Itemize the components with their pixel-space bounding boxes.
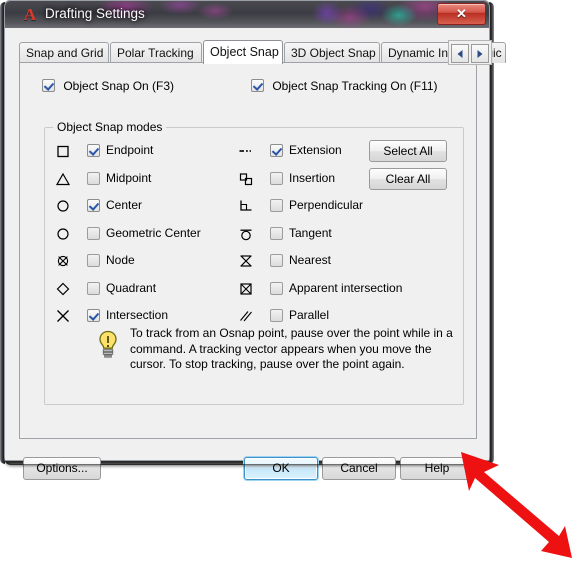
- select-all-button[interactable]: Select All: [369, 140, 447, 162]
- tip-text: To track from an Osnap point, pause over…: [130, 326, 453, 371]
- nearest-label: Nearest: [289, 253, 332, 267]
- perpendicular-label: Perpendicular: [289, 198, 364, 212]
- endpoint-label: Endpoint: [106, 143, 154, 157]
- boxed-x-icon: [238, 281, 254, 297]
- mode-quadrant[interactable]: Quadrant: [55, 280, 255, 308]
- perpendicular-checkbox[interactable]: [270, 199, 283, 212]
- midpoint-label: Midpoint: [106, 170, 152, 185]
- node-checkbox[interactable]: [87, 254, 100, 267]
- parallel-checkbox[interactable]: [270, 309, 283, 322]
- perpendicular-icon: [238, 198, 254, 214]
- tab-object-snap[interactable]: Object Snap: [203, 40, 283, 64]
- drafting-settings-dialog: A Drafting Settings ✕ Snap and Grid Pola…: [4, 0, 506, 480]
- dialog-client-area: Snap and Grid Polar Tracking Object Snap…: [4, 28, 506, 480]
- mode-perpendicular[interactable]: Perpendicular: [238, 197, 448, 225]
- tab-snap-and-grid[interactable]: Snap and Grid: [19, 42, 109, 63]
- close-icon: ✕: [456, 6, 467, 21]
- object-snap-tracking-on-row[interactable]: Object Snap Tracking On (F11): [251, 79, 438, 93]
- circle-icon: [55, 226, 71, 242]
- window-title: Drafting Settings: [45, 6, 145, 21]
- mode-endpoint[interactable]: Endpoint: [55, 142, 255, 170]
- quadrant-checkbox[interactable]: [87, 281, 100, 295]
- midpoint-checkbox[interactable]: [87, 171, 100, 185]
- x-cross-icon: [55, 308, 71, 324]
- object-snap-panel: Object Snap On (F3) Object Snap Tracking…: [19, 62, 477, 439]
- object-snap-on-checkbox[interactable]: [42, 79, 55, 92]
- mode-tangent[interactable]: Tangent: [238, 225, 448, 253]
- tangent-checkbox[interactable]: [270, 226, 283, 240]
- object-snap-tracking-on-checkbox[interactable]: [251, 79, 264, 92]
- autocad-a-icon: A: [23, 5, 37, 24]
- geometric-center-checkbox[interactable]: [87, 226, 100, 240]
- mode-center[interactable]: Center: [55, 197, 255, 225]
- node-label: Node: [106, 253, 135, 267]
- insertion-icon: [238, 171, 254, 187]
- insertion-label: Insertion: [289, 170, 336, 185]
- object-snap-modes-group: Object Snap modes Endpoint Midpoint Cent…: [44, 120, 464, 405]
- lightbulb-icon: [97, 330, 119, 360]
- insertion-checkbox[interactable]: [270, 171, 283, 185]
- geometric-center-label: Geometric Center: [106, 225, 201, 240]
- quadrant-label: Quadrant: [106, 280, 157, 295]
- tab-strip: Snap and Grid Polar Tracking Object Snap…: [19, 40, 506, 65]
- title-bar[interactable]: A Drafting Settings ✕: [4, 0, 490, 28]
- chevron-right-icon[interactable]: [471, 44, 489, 63]
- object-snap-on-row[interactable]: Object Snap On (F3): [42, 79, 174, 93]
- help-button[interactable]: Help: [400, 457, 474, 480]
- extension-checkbox[interactable]: [270, 144, 283, 157]
- tangent-icon: [238, 226, 254, 242]
- apparent-intersection-checkbox[interactable]: [270, 281, 283, 295]
- intersection-label: Intersection: [106, 308, 169, 322]
- left-modes-column: Endpoint Midpoint Center Geometric Cente…: [55, 142, 255, 335]
- mode-apparent-intersection[interactable]: Apparent intersection: [238, 280, 448, 308]
- clear-all-button[interactable]: Clear All: [369, 168, 447, 190]
- chevron-left-icon[interactable]: [451, 44, 469, 63]
- tangent-label: Tangent: [289, 225, 332, 240]
- circle-icon: [55, 198, 71, 214]
- object-snap-tracking-on-label: Object Snap Tracking On (F11): [272, 79, 438, 93]
- intersection-checkbox[interactable]: [87, 309, 100, 322]
- mode-nearest[interactable]: Nearest: [238, 252, 448, 280]
- mode-midpoint[interactable]: Midpoint: [55, 170, 255, 198]
- tab-polar-tracking[interactable]: Polar Tracking: [110, 42, 202, 63]
- parallel-label: Parallel: [289, 308, 330, 322]
- mode-node[interactable]: Node: [55, 252, 255, 280]
- cancel-button[interactable]: Cancel: [322, 457, 396, 480]
- ok-button[interactable]: OK: [244, 457, 318, 480]
- crossed-circle-icon: [55, 253, 71, 269]
- dashed-line-icon: [238, 143, 254, 159]
- diamond-icon: [55, 281, 71, 297]
- center-checkbox[interactable]: [87, 199, 100, 212]
- nearest-checkbox[interactable]: [270, 254, 283, 267]
- hourglass-icon: [238, 253, 254, 269]
- mode-geometric-center[interactable]: Geometric Center: [55, 225, 255, 253]
- apparent-intersection-label: Apparent intersection: [289, 280, 403, 295]
- parallel-lines-icon: [238, 308, 254, 324]
- tab-scroll-buttons: [448, 40, 492, 65]
- options-button[interactable]: Options...: [23, 457, 101, 480]
- tab-3d-object-snap[interactable]: 3D Object Snap: [284, 42, 380, 63]
- endpoint-checkbox[interactable]: [87, 144, 100, 157]
- center-label: Center: [106, 198, 143, 212]
- object-snap-on-label: Object Snap On (F3): [63, 79, 175, 93]
- tip-area: To track from an Osnap point, pause over…: [85, 324, 475, 384]
- triangle-icon: [55, 171, 71, 187]
- square-icon: [55, 143, 71, 159]
- group-title: Object Snap modes: [53, 120, 167, 134]
- close-button[interactable]: ✕: [437, 3, 486, 25]
- extension-label: Extension: [289, 143, 342, 157]
